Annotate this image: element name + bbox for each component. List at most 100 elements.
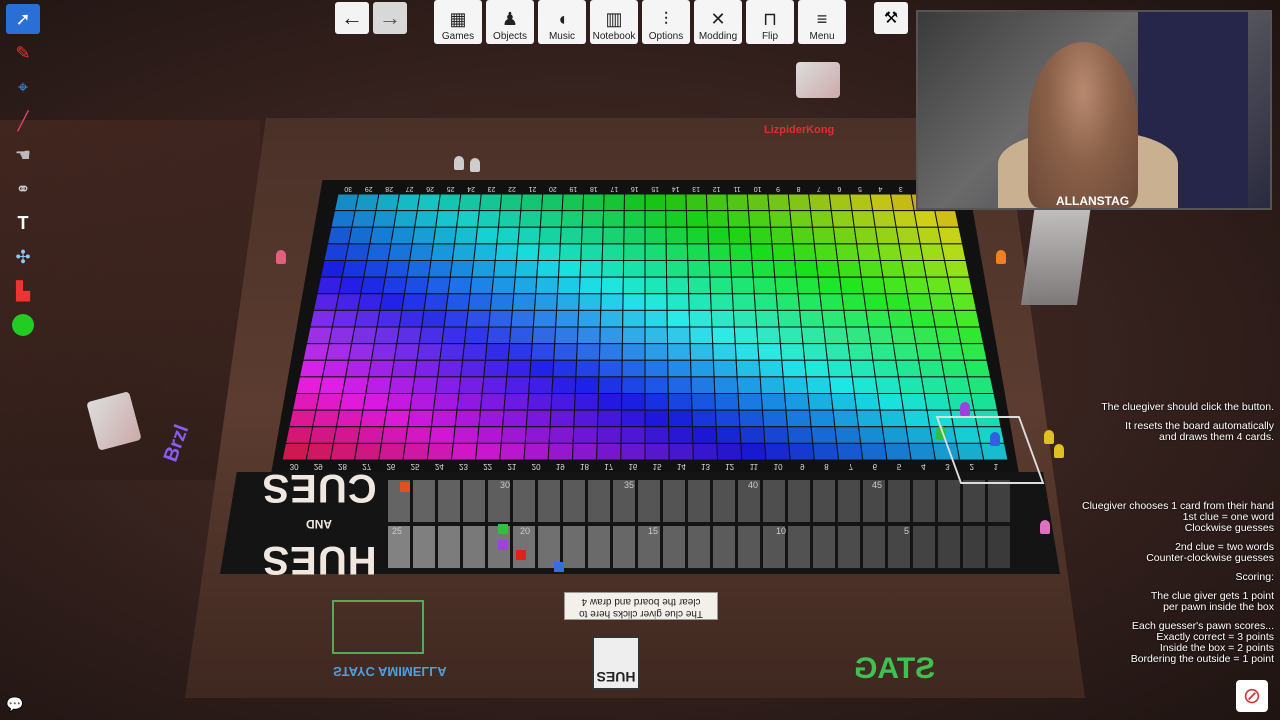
grid-cell[interactable] xyxy=(549,409,576,428)
grid-cell[interactable] xyxy=(957,326,985,345)
grid-cell[interactable] xyxy=(443,309,469,328)
grid-cell[interactable] xyxy=(726,193,750,212)
grid-cell[interactable] xyxy=(539,210,563,228)
grid-cell[interactable] xyxy=(529,359,555,378)
grid-cell[interactable] xyxy=(312,409,341,428)
grid-cell[interactable] xyxy=(528,376,554,394)
grid-cell[interactable] xyxy=(437,193,462,212)
grid-cell[interactable] xyxy=(396,326,423,345)
grid-cell[interactable] xyxy=(321,359,350,378)
back-arrow-icon[interactable]: ← xyxy=(335,2,369,34)
grid-cell[interactable] xyxy=(915,343,942,361)
grid-cell[interactable] xyxy=(551,376,577,394)
grid-cell[interactable] xyxy=(575,359,600,378)
grid-cell[interactable] xyxy=(576,326,601,345)
grid-cell[interactable] xyxy=(554,326,579,345)
grid-cell[interactable] xyxy=(345,359,372,378)
grid-cell[interactable] xyxy=(621,326,646,345)
grid-cell[interactable] xyxy=(599,309,624,328)
grid-cell[interactable] xyxy=(823,326,849,345)
grid-cell[interactable] xyxy=(411,226,437,245)
grid-cell[interactable] xyxy=(905,426,934,444)
grid-cell[interactable] xyxy=(882,276,908,295)
grid-cell[interactable] xyxy=(877,393,905,411)
grid-cell[interactable] xyxy=(416,193,441,212)
pawn[interactable] xyxy=(1044,430,1054,444)
grid-cell[interactable] xyxy=(730,276,755,295)
grid-cell[interactable] xyxy=(284,426,314,444)
grid-cell[interactable] xyxy=(782,376,809,394)
grid-cell[interactable] xyxy=(895,359,922,378)
grid-cell[interactable] xyxy=(834,426,862,444)
grid-cell[interactable] xyxy=(943,376,972,394)
grid-cell[interactable] xyxy=(439,343,466,361)
grid-cell[interactable] xyxy=(517,226,541,245)
grid-cell[interactable] xyxy=(781,359,807,378)
grid-cell[interactable] xyxy=(872,210,897,228)
color-grid[interactable]: 30 29 28 27 26 25 24 23 22 21 20 19 18 17 16 15 14 13 12 11… xyxy=(270,180,1020,480)
grid-cell[interactable] xyxy=(887,309,914,328)
grid-cell[interactable] xyxy=(750,243,774,261)
grid-cell[interactable] xyxy=(463,326,490,345)
grid-cell[interactable] xyxy=(305,326,333,345)
grid-cell[interactable] xyxy=(751,260,776,278)
grid-cell[interactable] xyxy=(509,326,534,345)
grid-cell[interactable] xyxy=(460,359,486,378)
grid-cell[interactable] xyxy=(435,376,462,394)
grid-cell[interactable] xyxy=(813,243,839,261)
grid-cell[interactable] xyxy=(732,309,758,328)
grid-cell[interactable] xyxy=(525,409,552,428)
grid-cell[interactable] xyxy=(644,393,670,411)
grid-cell[interactable] xyxy=(430,243,456,261)
grid-cell[interactable] xyxy=(401,293,427,311)
grid-cell[interactable] xyxy=(898,243,924,261)
grid-cell[interactable] xyxy=(667,409,694,428)
grid-cell[interactable] xyxy=(760,393,787,411)
grid-cell[interactable] xyxy=(747,210,772,228)
grid-cell[interactable] xyxy=(450,442,478,461)
grid-cell[interactable] xyxy=(692,442,719,461)
toolbar-options-button[interactable]: ⫶ Options xyxy=(642,0,690,44)
pawn[interactable] xyxy=(276,250,286,264)
stamp-icon[interactable]: ▙ xyxy=(6,276,40,306)
grid-cell[interactable] xyxy=(580,243,604,261)
grid-cell[interactable] xyxy=(737,393,764,411)
grid-cell[interactable] xyxy=(416,343,443,361)
grid-cell[interactable] xyxy=(538,226,562,245)
grid-cell[interactable] xyxy=(689,343,714,361)
hand-icon[interactable]: ☚ xyxy=(6,140,40,170)
grid-cell[interactable] xyxy=(772,260,797,278)
grid-cell[interactable] xyxy=(736,376,762,394)
grid-cell[interactable] xyxy=(576,343,601,361)
grid-cell[interactable] xyxy=(547,442,574,461)
grid-cell[interactable] xyxy=(383,409,411,428)
grid-cell[interactable] xyxy=(759,376,786,394)
grid-cell[interactable] xyxy=(858,426,886,444)
grid-cell[interactable] xyxy=(526,393,553,411)
pawn[interactable] xyxy=(454,156,464,170)
grid-cell[interactable] xyxy=(511,293,537,311)
grid-cell[interactable] xyxy=(879,409,907,428)
grid-cell[interactable] xyxy=(937,226,964,245)
grid-cell[interactable] xyxy=(602,226,625,245)
grid-cell[interactable] xyxy=(309,309,337,328)
grid-cell[interactable] xyxy=(453,226,479,245)
grid-cell[interactable] xyxy=(805,376,832,394)
grid-cell[interactable] xyxy=(516,243,540,261)
grid-cell[interactable] xyxy=(797,293,823,311)
grid-cell[interactable] xyxy=(881,426,910,444)
grid-cell[interactable] xyxy=(582,193,605,212)
grid-cell[interactable] xyxy=(890,326,917,345)
grid-cell[interactable] xyxy=(478,193,503,212)
grid-cell[interactable] xyxy=(430,409,458,428)
grid-cell[interactable] xyxy=(689,326,714,345)
grid-cell[interactable] xyxy=(937,343,965,361)
grid-cell[interactable] xyxy=(426,442,454,461)
grid-cell[interactable] xyxy=(514,260,539,278)
grid-cell[interactable] xyxy=(598,343,623,361)
grid-cell[interactable] xyxy=(761,409,788,428)
grid-cell[interactable] xyxy=(685,193,708,212)
grid-cell[interactable] xyxy=(849,359,876,378)
grid-cell[interactable] xyxy=(497,210,522,228)
grid-cell[interactable] xyxy=(714,409,741,428)
